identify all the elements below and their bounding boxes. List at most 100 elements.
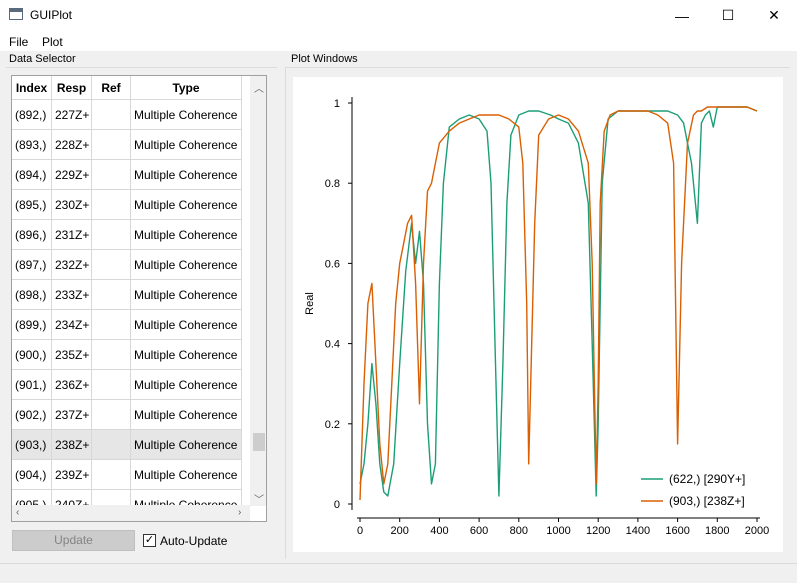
cell-index: (900,) <box>12 340 52 370</box>
cell-type: Multiple Coherence <box>131 490 242 505</box>
window-title: GUIPlot <box>30 8 73 22</box>
table-row[interactable]: (905,) 240Z+ Multiple Coherence <box>12 490 242 505</box>
data-table[interactable]: Index Resp Ref Type (892,) 227Z+ Multiple … <box>11 75 267 522</box>
cell-index: (904,) <box>12 460 52 490</box>
cell-type: Multiple Coherence <box>131 310 242 340</box>
header-ref[interactable]: Ref <box>92 76 131 100</box>
table-row[interactable]: (896,) 231Z+ Multiple Coherence <box>12 220 242 250</box>
table-row[interactable]: (903,) 238Z+ Multiple Coherence <box>12 430 242 460</box>
x-tick-label: 2000 <box>745 525 769 537</box>
cell-index: (898,) <box>12 280 52 310</box>
table-row[interactable]: (895,) 230Z+ Multiple Coherence <box>12 190 242 220</box>
cell-type: Multiple Coherence <box>131 190 242 220</box>
menu-plot[interactable]: Plot <box>42 35 63 49</box>
data-selector-label: Data Selector <box>9 53 76 65</box>
cell-type: Multiple Coherence <box>131 250 242 280</box>
checkmark-icon: ✓ <box>144 534 155 546</box>
plot-windows-label: Plot Windows <box>291 53 358 65</box>
cell-resp: 227Z+ <box>52 100 92 130</box>
table-row[interactable]: (894,) 229Z+ Multiple Coherence <box>12 160 242 190</box>
cell-type: Multiple Coherence <box>131 370 242 400</box>
y-tick-label: 0.8 <box>325 178 340 190</box>
cell-resp: 239Z+ <box>52 460 92 490</box>
cell-ref <box>92 220 131 250</box>
minimize-button[interactable]: — <box>659 0 705 31</box>
cell-ref <box>92 370 131 400</box>
cell-type: Multiple Coherence <box>131 280 242 310</box>
x-tick-label: 600 <box>470 525 488 537</box>
table-row[interactable]: (897,) 232Z+ Multiple Coherence <box>12 250 242 280</box>
cell-resp: 240Z+ <box>52 490 92 505</box>
y-tick-label: 0.4 <box>325 339 340 351</box>
cell-type: Multiple Coherence <box>131 340 242 370</box>
cell-ref <box>92 190 131 220</box>
cell-resp: 238Z+ <box>52 430 92 460</box>
cell-resp: 228Z+ <box>52 130 92 160</box>
vertical-scroll-thumb[interactable] <box>253 433 265 451</box>
menu-file[interactable]: File <box>9 35 28 49</box>
maximize-button[interactable]: ☐ <box>705 0 751 31</box>
scroll-left-icon[interactable]: ‹ <box>16 507 19 518</box>
close-button[interactable]: ✕ <box>751 0 797 31</box>
table-row[interactable]: (893,) 228Z+ Multiple Coherence <box>12 130 242 160</box>
table-body: (892,) 227Z+ Multiple Coherence (893,) 228Z+… <box>12 100 242 505</box>
x-tick-label: 1600 <box>665 525 689 537</box>
update-button[interactable]: Update <box>12 530 135 551</box>
legend-label-0: (622,) [290Y+] <box>669 472 745 486</box>
x-tick-label: 1200 <box>586 525 610 537</box>
table-row[interactable]: (899,) 234Z+ Multiple Coherence <box>12 310 242 340</box>
header-type[interactable]: Type <box>131 76 242 100</box>
cell-resp: 234Z+ <box>52 310 92 340</box>
cell-type: Multiple Coherence <box>131 220 242 250</box>
cell-ref <box>92 160 131 190</box>
cell-resp: 237Z+ <box>52 400 92 430</box>
cell-ref <box>92 280 131 310</box>
table-row[interactable]: (902,) 237Z+ Multiple Coherence <box>12 400 242 430</box>
cell-type: Multiple Coherence <box>131 100 242 130</box>
cell-index: (895,) <box>12 190 52 220</box>
y-tick-label: 1 <box>334 98 340 110</box>
cell-index: (903,) <box>12 430 52 460</box>
plot-window[interactable]: 0 0.2 0.4 0.6 0.8 1 0 200 400 600 800 1000 1200 1400 1… <box>293 77 783 552</box>
scroll-right-icon[interactable]: › <box>238 507 241 518</box>
cell-index: (893,) <box>12 130 52 160</box>
cell-index: (902,) <box>12 400 52 430</box>
cell-ref <box>92 310 131 340</box>
auto-update-label: Auto-Update <box>160 534 228 548</box>
cell-index: (901,) <box>12 370 52 400</box>
vertical-scrollbar[interactable]: ︿ ﹀ <box>250 76 266 506</box>
cell-ref <box>92 340 131 370</box>
title-bar: GUIPlot — ☐ ✕ <box>0 0 797 31</box>
cell-ref <box>92 460 131 490</box>
cell-type: Multiple Coherence <box>131 430 242 460</box>
scroll-down-icon[interactable]: ﹀ <box>254 491 264 506</box>
table-row[interactable]: (900,) 235Z+ Multiple Coherence <box>12 340 242 370</box>
y-tick-label: 0.6 <box>325 258 340 270</box>
table-row[interactable]: (892,) 227Z+ Multiple Coherence <box>12 100 242 130</box>
x-tick-label: 1400 <box>626 525 650 537</box>
cell-resp: 236Z+ <box>52 370 92 400</box>
table-row[interactable]: (898,) 233Z+ Multiple Coherence <box>12 280 242 310</box>
y-axis-label: Real <box>304 292 316 315</box>
cell-resp: 233Z+ <box>52 280 92 310</box>
cell-ref <box>92 100 131 130</box>
cell-index: (892,) <box>12 100 52 130</box>
table-row[interactable]: (901,) 236Z+ Multiple Coherence <box>12 370 242 400</box>
cell-type: Multiple Coherence <box>131 400 242 430</box>
x-tick-label: 200 <box>391 525 409 537</box>
header-resp[interactable]: Resp <box>52 76 92 100</box>
cell-resp: 229Z+ <box>52 160 92 190</box>
cell-index: (894,) <box>12 160 52 190</box>
cell-resp: 235Z+ <box>52 340 92 370</box>
table-row[interactable]: (904,) 239Z+ Multiple Coherence <box>12 460 242 490</box>
cell-resp: 230Z+ <box>52 190 92 220</box>
cell-index: (896,) <box>12 220 52 250</box>
horizontal-scrollbar[interactable]: ‹ › <box>12 505 250 521</box>
coherence-chart: 0 0.2 0.4 0.6 0.8 1 0 200 400 600 800 1000 1200 1400 1… <box>304 97 769 537</box>
status-bar <box>0 563 797 583</box>
scroll-up-icon[interactable]: ︿ <box>254 80 264 95</box>
header-index[interactable]: Index <box>12 76 52 100</box>
cell-ref <box>92 250 131 280</box>
legend-label-1: (903,) [238Z+] <box>669 494 745 508</box>
auto-update-checkbox[interactable]: ✓ <box>143 534 156 547</box>
